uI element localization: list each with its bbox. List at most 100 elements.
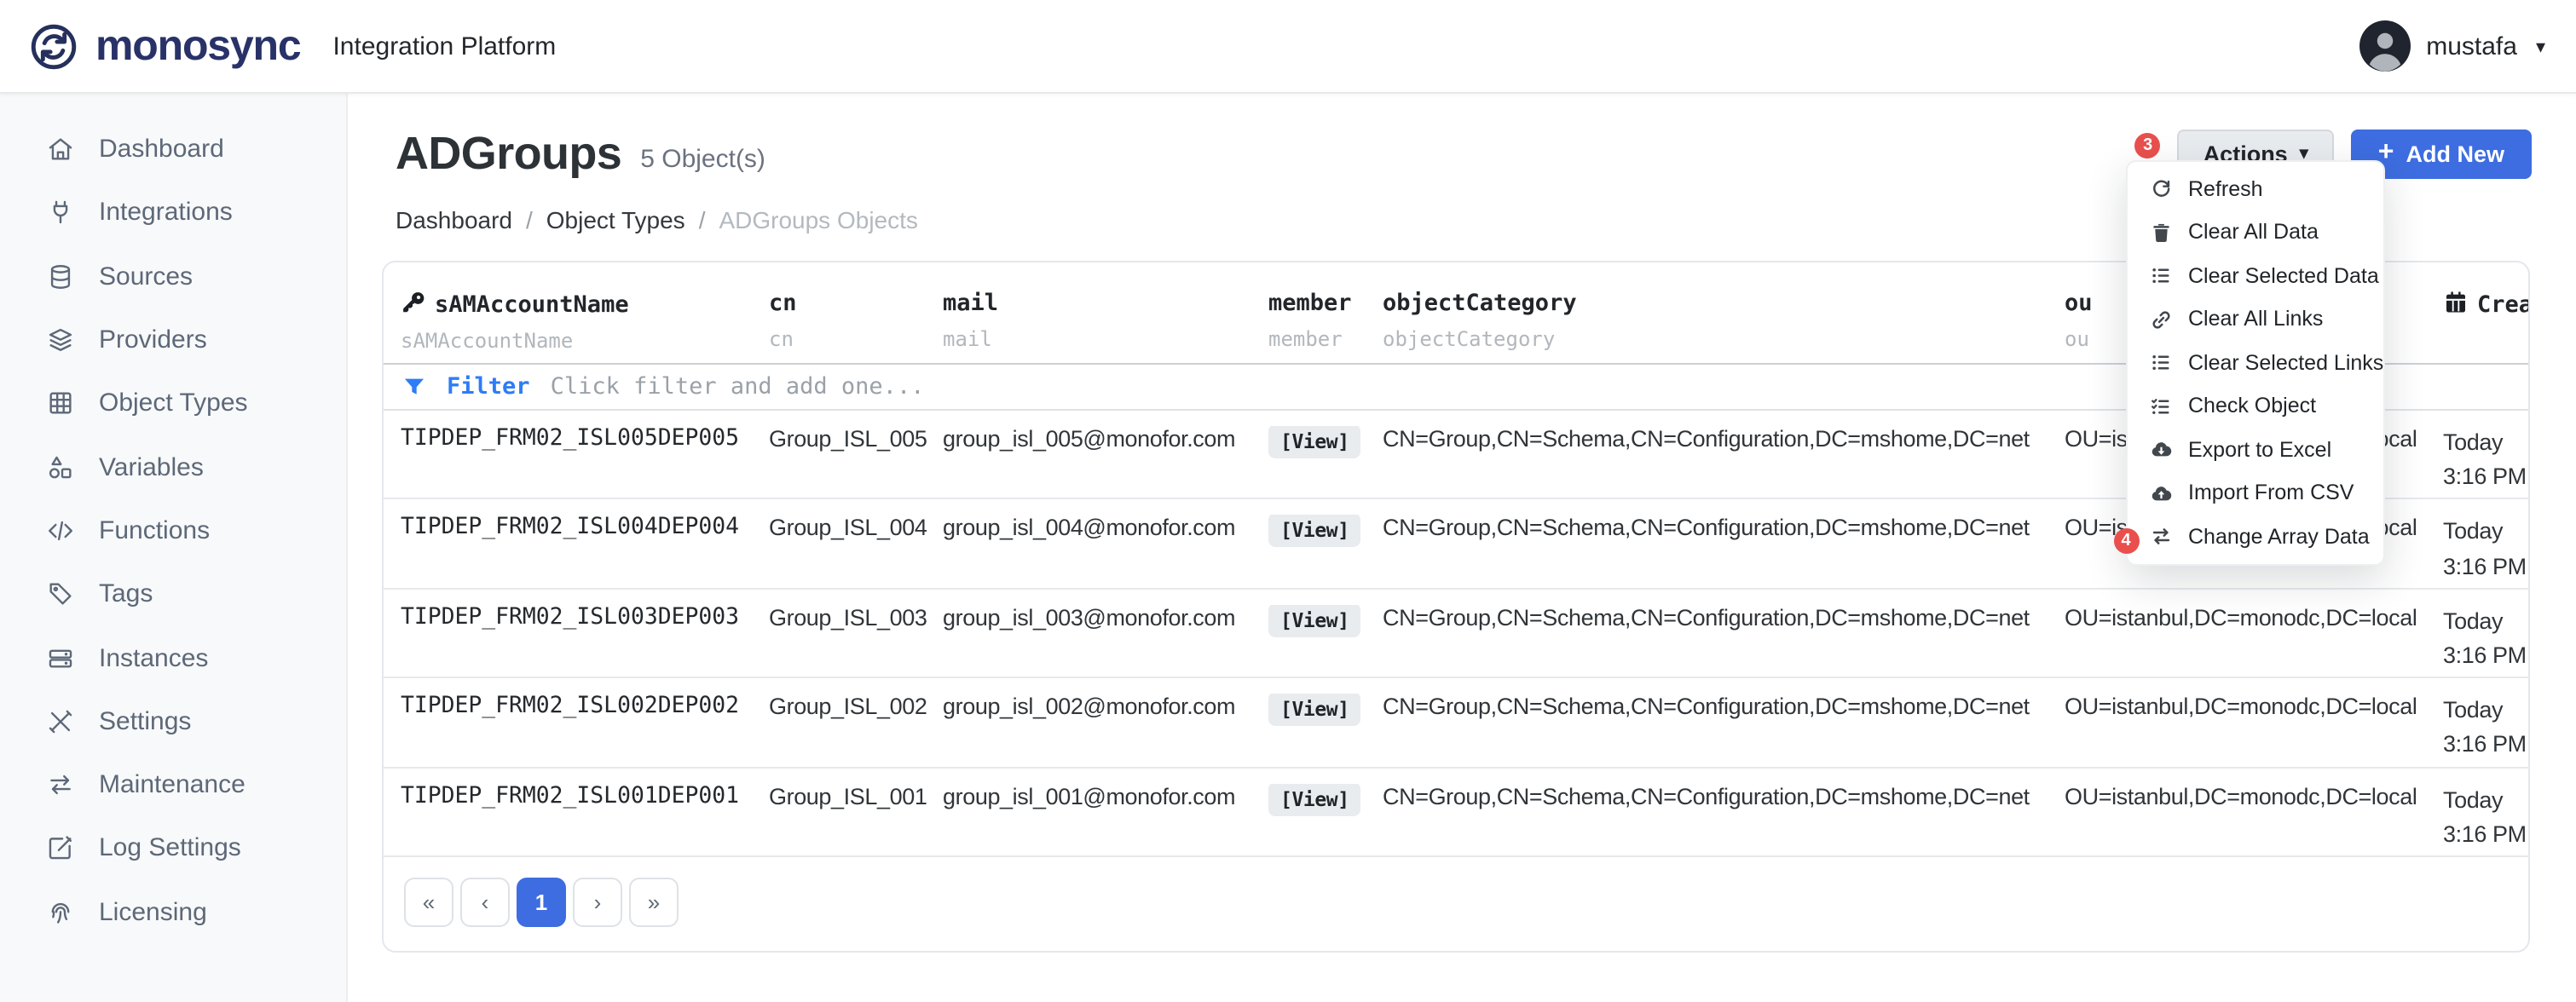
menu-item-import-from-csv[interactable]: Import From CSV — [2128, 471, 2383, 515]
cell-created: Today 3:16 PM — [2443, 605, 2529, 674]
column-header-member[interactable]: member member — [1268, 290, 1383, 353]
sidebar-item-dashboard[interactable]: Dashboard — [0, 118, 346, 181]
pagination-last-button[interactable]: » — [629, 878, 679, 927]
page-title: ADGroups — [396, 128, 621, 181]
pagination-page-1[interactable]: 1 — [517, 878, 566, 927]
view-button[interactable]: [View] — [1268, 426, 1361, 458]
link-icon — [2150, 308, 2173, 331]
cell-ou: OU=istanbul,DC=monodc,DC=local — [2065, 605, 2443, 631]
sidebar-item-label: Maintenance — [99, 770, 245, 799]
sidebar-item-log-settings[interactable]: Log Settings — [0, 817, 346, 881]
view-button[interactable]: [View] — [1268, 605, 1361, 637]
cell-cn: Group_ISL_001 — [769, 783, 943, 809]
menu-item-change-array-data[interactable]: Change Array Data — [2128, 515, 2383, 558]
user-menu[interactable]: mustafa ▾ — [2359, 20, 2545, 72]
table-row[interactable]: TIPDEP_FRM02_ISL001DEP001 Group_ISL_001 … — [384, 768, 2527, 857]
menu-item-clear-all-links[interactable]: Clear All Links — [2128, 297, 2383, 341]
column-label: cn — [769, 290, 797, 317]
column-header-objectcategory[interactable]: objectCategory objectCategory — [1383, 290, 2065, 353]
view-button[interactable]: [View] — [1268, 783, 1361, 815]
column-header-samaccountname[interactable]: sAMAccountName sAMAccountName — [401, 290, 769, 353]
sidebar: Dashboard Integrations Sources Providers… — [0, 94, 348, 1002]
sidebar-item-sources[interactable]: Sources — [0, 245, 346, 308]
plug-icon — [46, 199, 75, 227]
calendar-icon — [2443, 290, 2469, 315]
sidebar-item-settings[interactable]: Settings — [0, 689, 346, 753]
cell-created: Today 3:16 PM — [2443, 694, 2529, 763]
column-sublabel: member — [1268, 327, 1383, 351]
sidebar-item-integrations[interactable]: Integrations — [0, 181, 346, 245]
checklist-icon — [2150, 394, 2173, 418]
sidebar-item-object-types[interactable]: Object Types — [0, 371, 346, 435]
sync-logo-icon — [27, 20, 80, 72]
cell-mail: group_isl_003@monofor.com — [943, 605, 1268, 631]
filter-icon — [402, 375, 426, 399]
refresh-icon — [2150, 177, 2173, 200]
top-bar: monosync Integration Platform mustafa ▾ — [0, 0, 2576, 94]
menu-item-label: Change Array Data — [2188, 525, 2370, 549]
layers-icon — [46, 325, 75, 354]
sidebar-item-label: Variables — [99, 452, 204, 481]
sidebar-item-label: Tags — [99, 579, 153, 608]
sidebar-item-variables[interactable]: Variables — [0, 435, 346, 499]
column-sublabel: sAMAccountName — [401, 329, 769, 353]
sidebar-item-tags[interactable]: Tags — [0, 562, 346, 626]
pagination-first-button[interactable]: « — [404, 878, 453, 927]
sidebar-item-label: Dashboard — [99, 135, 224, 164]
brand-name: monosync — [95, 21, 300, 71]
swap-icon — [2150, 525, 2173, 548]
pagination-prev-button[interactable]: ‹ — [460, 878, 510, 927]
sidebar-item-providers[interactable]: Providers — [0, 308, 346, 372]
fingerprint-icon — [46, 897, 75, 926]
cell-samaccountname: TIPDEP_FRM02_ISL003DEP003 — [401, 605, 769, 631]
menu-item-export-to-excel[interactable]: Export to Excel — [2128, 428, 2383, 471]
cell-created: Today 3:16 PM — [2443, 426, 2529, 495]
column-header-mail[interactable]: mail mail — [943, 290, 1268, 353]
cell-ou: OU=istanbul,DC=monodc,DC=local — [2065, 694, 2443, 719]
sidebar-item-label: Instances — [99, 643, 208, 672]
view-button[interactable]: [View] — [1268, 515, 1361, 548]
sidebar-item-functions[interactable]: Functions — [0, 499, 346, 563]
cell-mail: group_isl_001@monofor.com — [943, 783, 1268, 809]
menu-item-clear-selected-data[interactable]: Clear Selected Data — [2128, 254, 2383, 297]
sidebar-item-licensing[interactable]: Licensing — [0, 880, 346, 944]
cell-samaccountname: TIPDEP_FRM02_ISL005DEP005 — [401, 426, 769, 452]
column-header-created[interactable]: Created — [2443, 290, 2529, 353]
table-row[interactable]: TIPDEP_FRM02_ISL003DEP003 Group_ISL_003 … — [384, 590, 2527, 679]
menu-item-label: Clear All Data — [2188, 221, 2319, 245]
column-sublabel: objectCategory — [1383, 327, 2065, 351]
swap-arrows-icon — [46, 770, 75, 799]
breadcrumb-dashboard[interactable]: Dashboard — [396, 206, 512, 233]
menu-item-clear-selected-links[interactable]: Clear Selected Links — [2128, 341, 2383, 384]
annotation-badge-3: 3 — [2135, 133, 2161, 158]
table-row[interactable]: TIPDEP_FRM02_ISL002DEP002 Group_ISL_002 … — [384, 678, 2527, 768]
menu-item-clear-all-data[interactable]: Clear All Data — [2128, 210, 2383, 254]
sidebar-item-label: Log Settings — [99, 834, 241, 863]
cell-objectcategory: CN=Group,CN=Schema,CN=Configuration,DC=m… — [1383, 515, 2065, 541]
menu-item-label: Clear Selected Data — [2188, 264, 2379, 288]
annotation-badge-4: 4 — [2113, 528, 2139, 554]
column-header-cn[interactable]: cn cn — [769, 290, 943, 353]
brand-logo[interactable]: monosync Integration Platform — [27, 20, 556, 72]
cell-objectcategory: CN=Group,CN=Schema,CN=Configuration,DC=m… — [1383, 694, 2065, 719]
sidebar-item-label: Settings — [99, 707, 191, 736]
code-icon — [46, 516, 75, 545]
user-name: mustafa — [2426, 32, 2517, 60]
list-icon — [2150, 351, 2173, 374]
sidebar-item-maintenance[interactable]: Maintenance — [0, 753, 346, 817]
breadcrumb-object-types[interactable]: Object Types — [546, 206, 685, 233]
cell-cn: Group_ISL_004 — [769, 515, 943, 541]
pagination: « ‹ 1 › » — [384, 857, 2527, 951]
object-count: 5 Object(s) — [640, 145, 765, 174]
add-new-button-label: Add New — [2406, 141, 2504, 167]
avatar — [2359, 20, 2411, 72]
view-button[interactable]: [View] — [1268, 694, 1361, 726]
menu-item-check-object[interactable]: Check Object — [2128, 384, 2383, 428]
cell-objectcategory: CN=Group,CN=Schema,CN=Configuration,DC=m… — [1383, 426, 2065, 452]
breadcrumb-current: ADGroups Objects — [719, 206, 917, 233]
menu-item-refresh[interactable]: Refresh — [2128, 167, 2383, 210]
sidebar-item-instances[interactable]: Instances — [0, 626, 346, 690]
sidebar-item-label: Licensing — [99, 897, 207, 926]
pagination-next-button[interactable]: › — [573, 878, 622, 927]
menu-item-label: Import From CSV — [2188, 481, 2354, 505]
